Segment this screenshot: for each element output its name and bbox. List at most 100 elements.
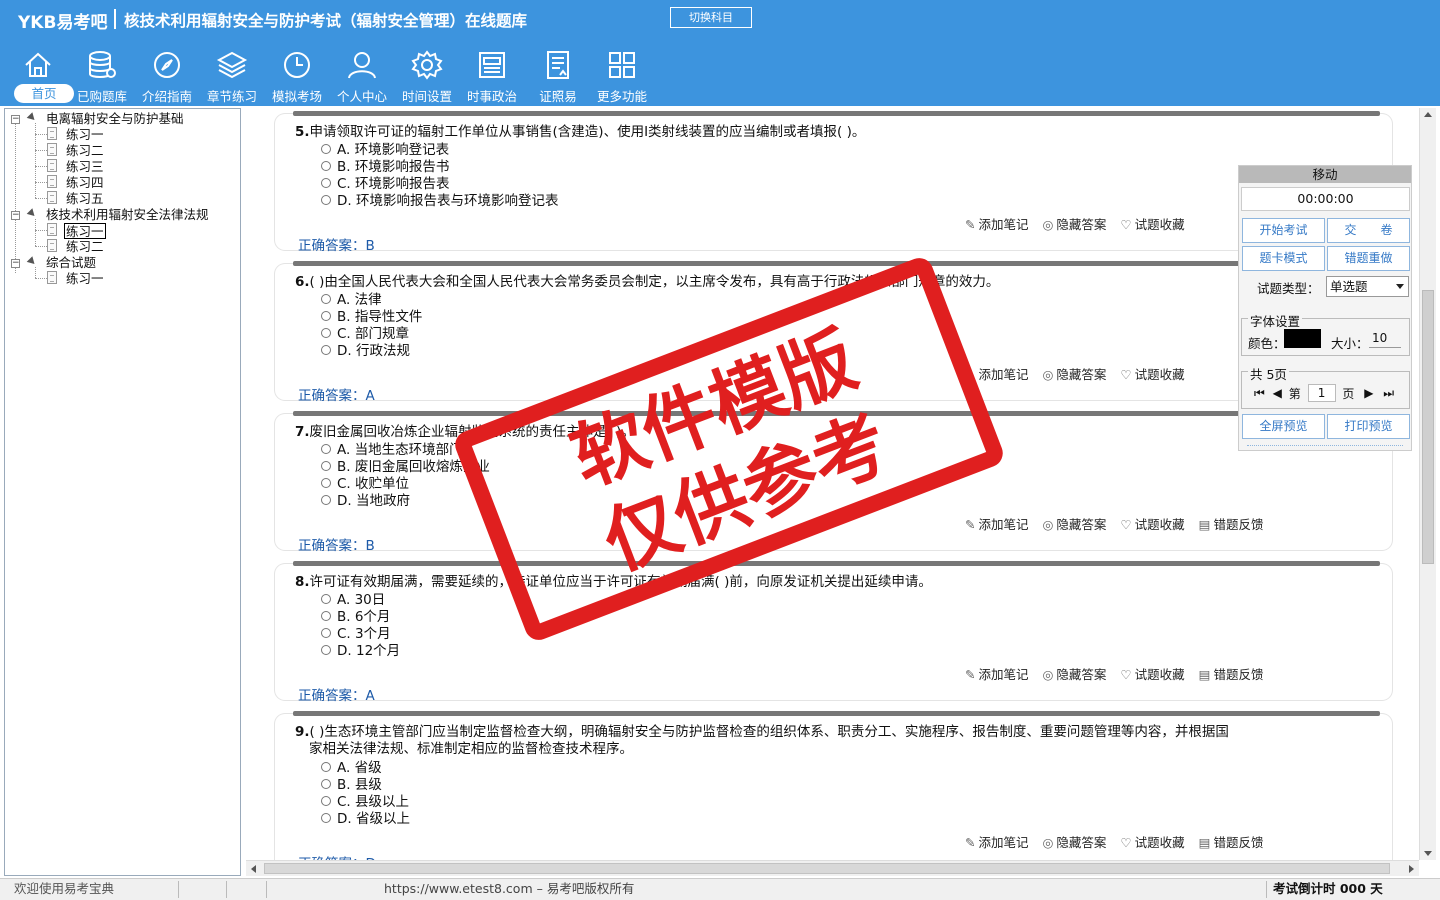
tree-collapse-toggle[interactable]: − [11, 259, 20, 268]
radio-button[interactable] [321, 813, 331, 823]
panel-slider[interactable] [1247, 445, 1403, 448]
radio-button[interactable] [321, 762, 331, 772]
radio-button[interactable] [321, 144, 331, 154]
radio-button[interactable] [321, 195, 331, 205]
radio-button[interactable] [321, 461, 331, 471]
option-c[interactable]: C. 3个月 [321, 626, 391, 643]
nav-time-settings[interactable]: 时间设置 [395, 46, 459, 104]
option-a[interactable]: A. 法律 [321, 292, 382, 309]
radio-button[interactable] [321, 444, 331, 454]
question-type-select[interactable]: 单选题 [1326, 276, 1409, 297]
favorite-button[interactable]: ♡ 试题收藏 [1120, 832, 1184, 851]
scroll-up-arrow-icon[interactable] [1424, 112, 1432, 117]
tree-collapse-toggle[interactable]: − [11, 211, 20, 220]
scroll-down-arrow-icon[interactable] [1424, 851, 1432, 856]
nav-mock-exam[interactable]: 模拟考场 [265, 46, 329, 104]
nav-personal-center[interactable]: 个人中心 [330, 46, 394, 104]
add-note-button[interactable]: ✎ 添加笔记 [965, 664, 1029, 683]
option-b[interactable]: B. 废旧金属回收熔炼企业 [321, 459, 490, 476]
option-a[interactable]: A. 当地生态环境部门 [321, 442, 463, 459]
option-b[interactable]: B. 6个月 [321, 609, 390, 626]
font-size-input[interactable]: 10 [1369, 329, 1401, 348]
add-note-button[interactable]: ✎ 添加笔记 [965, 514, 1029, 533]
radio-button[interactable] [321, 478, 331, 488]
submit-exam-button[interactable]: 交 卷 [1327, 218, 1410, 243]
radio-button[interactable] [321, 796, 331, 806]
hide-answer-button[interactable]: ◎ 隐藏答案 [1042, 364, 1106, 383]
option-d[interactable]: D. 行政法规 [321, 343, 410, 360]
favorite-button[interactable]: ♡ 试题收藏 [1120, 214, 1184, 233]
redo-wrong-button[interactable]: 错题重做 [1327, 246, 1410, 271]
card-mode-button[interactable]: 题卡模式 [1242, 246, 1325, 271]
nav-current-affairs[interactable]: 时事政治 [460, 46, 524, 104]
radio-button[interactable] [321, 345, 331, 355]
feedback-button[interactable]: ▤ 错题反馈 [1199, 832, 1264, 851]
vertical-scrollbar[interactable] [1419, 108, 1436, 860]
hide-answer-button[interactable]: ◎ 隐藏答案 [1042, 214, 1106, 233]
add-note-button[interactable]: ✎ 添加笔记 [965, 364, 1029, 383]
switch-subject-button[interactable]: 切换科目 [670, 7, 752, 28]
option-b[interactable]: B. 指导性文件 [321, 309, 422, 326]
tree-group-2[interactable]: 核技术利用辐射安全法律法规 [46, 207, 209, 223]
option-a[interactable]: A. 环境影响登记表 [321, 142, 449, 159]
nav-home[interactable]: 首页 [6, 46, 74, 104]
color-swatch[interactable] [1284, 329, 1321, 348]
scroll-right-arrow-icon[interactable] [1409, 865, 1414, 873]
radio-button[interactable] [321, 495, 331, 505]
tree-group-3[interactable]: 综合试题 [46, 255, 96, 271]
option-c[interactable]: C. 县级以上 [321, 794, 409, 811]
last-page-icon[interactable]: ⏭ [1383, 386, 1394, 401]
prev-page-icon[interactable]: ◀ [1273, 386, 1282, 400]
radio-button[interactable] [321, 311, 331, 321]
page-number-input[interactable]: 1 [1307, 384, 1336, 402]
start-exam-button[interactable]: 开始考试 [1242, 218, 1325, 243]
tree-item[interactable]: 练习二 [66, 239, 104, 255]
first-page-icon[interactable]: ⏮ [1254, 386, 1265, 401]
radio-button[interactable] [321, 328, 331, 338]
radio-button[interactable] [321, 594, 331, 604]
scrollbar-thumb[interactable] [1422, 290, 1434, 564]
option-c[interactable]: C. 收贮单位 [321, 476, 409, 493]
scroll-left-arrow-icon[interactable] [251, 865, 256, 873]
fullscreen-preview-button[interactable]: 全屏预览 [1242, 414, 1325, 439]
feedback-button[interactable]: ▤ 错题反馈 [1199, 664, 1264, 683]
nav-more[interactable]: 更多功能 [590, 46, 654, 104]
option-a[interactable]: A. 30日 [321, 592, 385, 609]
favorite-button[interactable]: ♡ 试题收藏 [1120, 514, 1184, 533]
radio-button[interactable] [321, 645, 331, 655]
radio-button[interactable] [321, 611, 331, 621]
radio-button[interactable] [321, 779, 331, 789]
option-c[interactable]: C. 部门规章 [321, 326, 409, 343]
horizontal-scrollbar[interactable] [246, 860, 1419, 876]
radio-button[interactable] [321, 294, 331, 304]
scrollbar-thumb[interactable] [264, 863, 1390, 874]
radio-button[interactable] [321, 628, 331, 638]
tree-group-1[interactable]: 电离辐射安全与防护基础 [46, 111, 184, 127]
radio-button[interactable] [321, 161, 331, 171]
add-note-button[interactable]: ✎ 添加笔记 [965, 832, 1029, 851]
option-b[interactable]: B. 县级 [321, 777, 382, 794]
favorite-button[interactable]: ♡ 试题收藏 [1120, 664, 1184, 683]
tree-item[interactable]: 练习一 [66, 271, 104, 287]
option-a[interactable]: A. 省级 [321, 760, 382, 777]
add-note-button[interactable]: ✎ 添加笔记 [965, 214, 1029, 233]
tree-item[interactable]: 练习三 [66, 159, 104, 175]
tree-item[interactable]: 练习五 [66, 191, 104, 207]
tree-item-selected[interactable]: 练习一 [64, 223, 106, 239]
option-d[interactable]: D. 环境影响报告表与环境影响登记表 [321, 193, 558, 210]
option-c[interactable]: C. 环境影响报告表 [321, 176, 450, 193]
hide-answer-button[interactable]: ◎ 隐藏答案 [1042, 514, 1106, 533]
option-d[interactable]: D. 当地政府 [321, 493, 410, 510]
next-page-icon[interactable]: ▶ [1364, 386, 1373, 400]
print-preview-button[interactable]: 打印预览 [1327, 414, 1410, 439]
nav-chapter-practice[interactable]: 章节练习 [200, 46, 264, 104]
hide-answer-button[interactable]: ◎ 隐藏答案 [1042, 832, 1106, 851]
panel-drag-handle[interactable]: 移动 [1239, 166, 1411, 183]
nav-guide[interactable]: 介绍指南 [135, 46, 199, 104]
hide-answer-button[interactable]: ◎ 隐藏答案 [1042, 664, 1106, 683]
favorite-button[interactable]: ♡ 试题收藏 [1120, 364, 1184, 383]
nav-certificate[interactable]: 证照易 [526, 46, 590, 104]
option-d[interactable]: D. 12个月 [321, 643, 400, 660]
option-d[interactable]: D. 省级以上 [321, 811, 410, 828]
tree-item[interactable]: 练习一 [66, 127, 104, 143]
